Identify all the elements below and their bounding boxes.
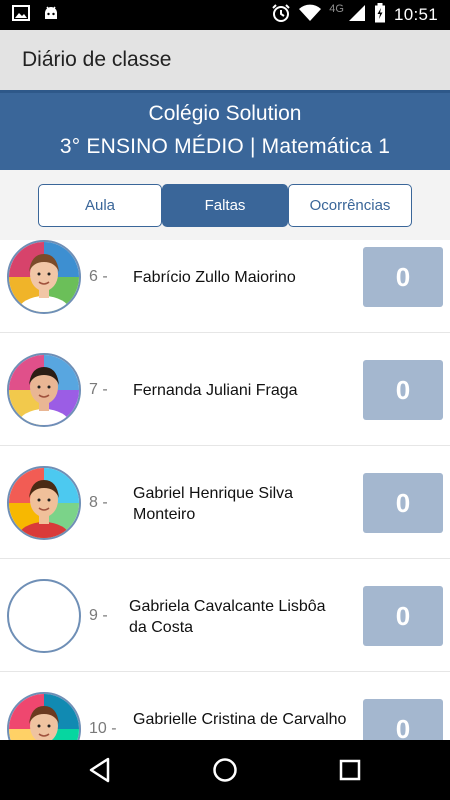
student-name: Fernanda Juliani Fraga — [133, 382, 298, 399]
student-row[interactable]: 7 - Fernanda Juliani Fraga 0 — [0, 334, 450, 446]
back-icon[interactable] — [88, 757, 112, 788]
network-type: 4G — [329, 3, 344, 15]
student-name: Gabrielle Cristina de Carvalho — [133, 711, 347, 728]
student-number: 7 - — [89, 381, 108, 398]
student-photo — [7, 353, 81, 427]
student-photo — [7, 692, 81, 740]
battery-icon — [374, 2, 386, 28]
student-name: Gabriel Henrique Silva Monteiro — [133, 485, 294, 523]
home-icon[interactable] — [212, 757, 238, 788]
student-photo — [7, 466, 81, 540]
absence-count-button[interactable]: 0 — [363, 699, 443, 740]
student-name: Gabriela Cavalcante Lisbôa da Costa — [129, 598, 326, 636]
absence-count-button[interactable]: 0 — [363, 586, 443, 646]
tab-ocorrencias[interactable]: Ocorrências — [288, 184, 412, 227]
student-row[interactable]: 6 - Fabrício Zullo Maiorino 0 — [0, 240, 450, 333]
status-time: 10:51 — [393, 5, 438, 24]
android-icon — [42, 4, 60, 27]
image-icon — [12, 4, 30, 26]
student-list[interactable]: 6 - Fabrício Zullo Maiorino 0 7 - Fernanda J… — [0, 240, 450, 740]
wifi-icon — [299, 4, 322, 27]
student-row[interactable]: 8 - Gabriel Henrique Silva Monteiro 0 — [0, 447, 450, 559]
student-photo — [7, 240, 81, 314]
student-row[interactable]: 10 - Gabrielle Cristina de Carvalho 0 — [0, 673, 450, 740]
school-name: Colégio Solution — [148, 102, 302, 125]
signal-icon — [348, 4, 366, 27]
app-title: Diário de classe — [22, 48, 172, 71]
absence-count-button[interactable]: 0 — [363, 247, 443, 307]
absence-count-button[interactable]: 0 — [363, 473, 443, 533]
alarm-icon — [271, 3, 291, 28]
class-subject-line: 3° ENSINO MÉDIO | Matemática 1 — [59, 135, 391, 158]
student-number: 6 - — [89, 268, 108, 285]
recents-icon[interactable] — [339, 759, 361, 786]
absence-count-button[interactable]: 0 — [363, 360, 443, 420]
student-number: 10 - — [89, 720, 117, 737]
student-number: 8 - — [89, 494, 108, 511]
navigation-bar — [0, 740, 450, 800]
app-bar: Diário de classe — [0, 30, 450, 90]
tab-bar: Aula Faltas Ocorrências — [0, 170, 450, 240]
empty-avatar-icon — [7, 579, 81, 653]
school-header: Colégio Solution 3° ENSINO MÉDIO | Matem… — [0, 90, 450, 170]
tab-aula[interactable]: Aula — [38, 184, 162, 227]
status-bar: 4G 10:51 — [0, 0, 450, 30]
student-row[interactable]: 9 - Gabriela Cavalcante Lisbôa da Costa 0 — [0, 560, 450, 672]
student-name: Fabrício Zullo Maiorino — [133, 269, 296, 286]
tab-faltas[interactable]: Faltas — [162, 184, 288, 227]
student-number: 9 - — [89, 607, 108, 624]
